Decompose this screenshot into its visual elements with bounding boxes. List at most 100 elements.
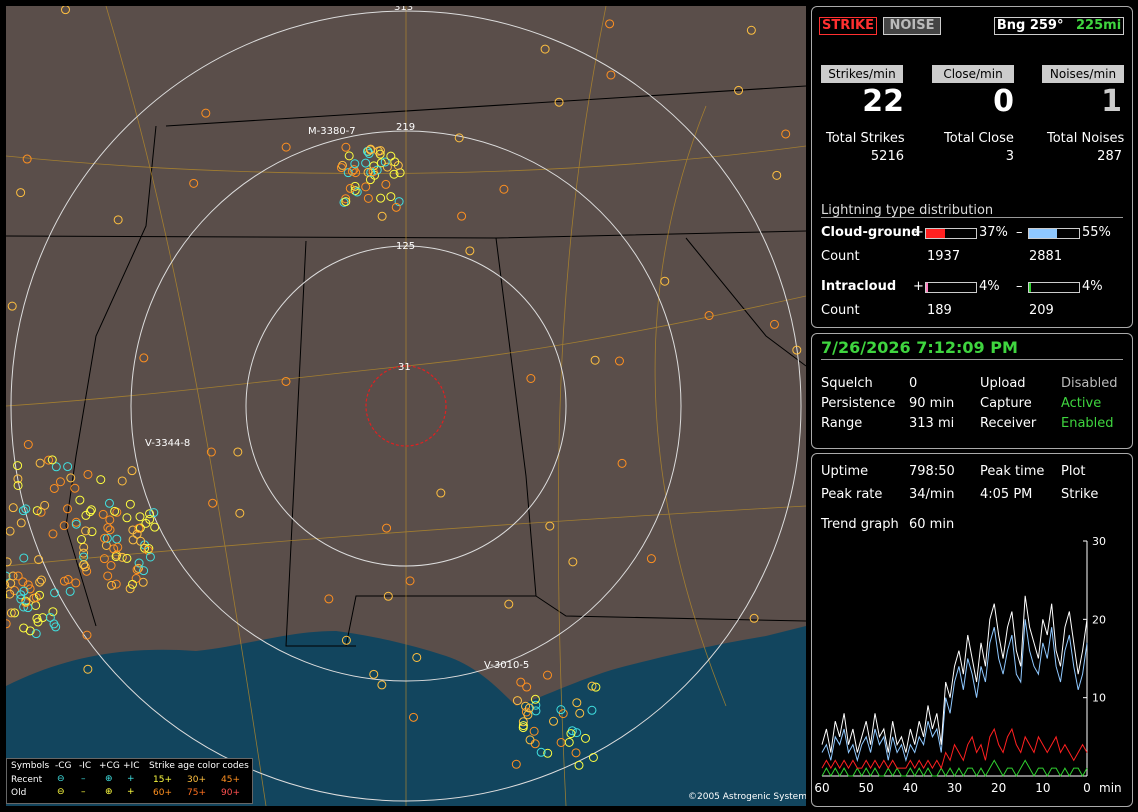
- legend-recent-cg-minus-icon: ⊖: [57, 774, 65, 784]
- ic-plus-bar: [925, 282, 977, 293]
- persistence-value: 90 min: [909, 396, 955, 411]
- upload-value: Disabled: [1061, 376, 1118, 391]
- range-label-313: 313: [394, 6, 414, 13]
- strike-marker: [345, 183, 355, 193]
- range-label-31: 31: [398, 362, 411, 373]
- distribution-title: Lightning type distribution: [821, 203, 994, 218]
- strike-marker: [128, 535, 138, 545]
- persistence-label: Persistence: [821, 396, 896, 411]
- trend-x-tick-label: 60: [814, 781, 829, 795]
- strike-marker: [71, 519, 81, 529]
- strike-map[interactable]: 313 219 125 31 M-3380-7 V-3344-8 V-3010-…: [6, 6, 806, 806]
- strike-marker: [49, 483, 59, 493]
- strike-marker: [235, 508, 245, 518]
- strike-marker: [746, 25, 756, 35]
- strike-marker: [614, 356, 624, 366]
- strike-marker: [545, 521, 555, 531]
- strike-marker: [233, 447, 243, 457]
- strike-marker: [516, 677, 526, 687]
- strike-marker: [324, 594, 334, 604]
- strike-marker: [111, 579, 121, 589]
- strike-marker: [465, 246, 475, 256]
- peak-time-value: 4:05 PM: [980, 487, 1033, 502]
- ic-minus-sign: –: [1016, 279, 1023, 294]
- trend-y-tick-label: 30: [1092, 536, 1106, 548]
- strike-marker: [381, 179, 391, 189]
- peak-rate-value: 34/min: [909, 487, 955, 502]
- strike-marker: [405, 576, 415, 586]
- strike-marker: [65, 586, 75, 596]
- close-per-min-label[interactable]: Close/min: [932, 65, 1014, 83]
- legend-old-ic-minus-icon: –: [81, 787, 86, 797]
- strike-marker: [341, 142, 351, 152]
- trend-series-cg-: [821, 619, 1088, 763]
- strike-marker: [50, 588, 60, 598]
- noise-button[interactable]: NOISE: [883, 17, 941, 35]
- strike-marker: [113, 215, 123, 225]
- cg-label: Cloud-ground: [821, 225, 921, 240]
- plot-value[interactable]: Strike: [1061, 487, 1098, 502]
- strike-marker: [80, 562, 90, 572]
- strike-marker: [75, 495, 85, 505]
- upload-label: Upload: [980, 376, 1026, 391]
- strike-marker: [117, 476, 127, 486]
- strike-marker: [16, 188, 26, 198]
- strike-marker: [457, 211, 467, 221]
- strike-button[interactable]: STRIKE: [819, 17, 877, 35]
- strike-marker: [512, 696, 522, 706]
- strike-marker: [19, 623, 29, 633]
- noises-per-min-label[interactable]: Noises/min: [1042, 65, 1124, 83]
- strike-marker: [504, 599, 514, 609]
- strike-marker: [40, 500, 50, 510]
- trend-panel: Uptime 798:50 Peak time Plot Peak rate 3…: [811, 453, 1133, 807]
- strike-marker: [436, 488, 446, 498]
- strike-marker: [8, 503, 18, 513]
- strike-marker: [16, 518, 26, 528]
- strike-marker: [568, 557, 578, 567]
- strike-marker: [386, 151, 396, 161]
- status-divider: [821, 359, 1123, 360]
- total-close-label: Total Close: [944, 131, 1014, 146]
- range-value: 313 mi: [909, 416, 955, 431]
- trend-series-cg+: [821, 727, 1088, 770]
- strike-marker: [103, 571, 113, 581]
- strike-marker: [51, 622, 61, 632]
- strike-marker: [112, 534, 122, 544]
- peak-rate-label: Peak rate: [821, 487, 883, 502]
- strike-marker: [127, 466, 137, 476]
- trend-x-unit: min: [1099, 781, 1122, 795]
- strike-marker: [281, 376, 291, 386]
- total-strikes-label: Total Strikes: [826, 131, 905, 146]
- strike-marker: [749, 613, 759, 623]
- trend-x-tick-label: 0: [1083, 781, 1091, 795]
- legend-age-30: 30+: [187, 775, 206, 785]
- legend-old-cg-minus-icon: ⊖: [57, 787, 65, 797]
- strike-marker: [66, 473, 76, 483]
- cg-count-label: Count: [821, 249, 860, 264]
- total-noises-value: 287: [1097, 149, 1122, 164]
- legend-age-90: 90+: [221, 788, 240, 798]
- stats-panel: STRIKE NOISE Bng 259° 225mi Strikes/min …: [811, 6, 1133, 328]
- strike-marker: [35, 577, 45, 587]
- copyright-text: ©2005 Astrogenic Systems: [688, 792, 806, 802]
- cg-minus-sign: –: [1016, 225, 1023, 240]
- strikes-per-min-value: 22: [862, 84, 904, 119]
- ic-minus-percent: 4%: [1082, 279, 1103, 294]
- strike-marker: [103, 523, 113, 533]
- strike-marker: [96, 475, 106, 485]
- trend-graph-value[interactable]: 60 min: [909, 517, 954, 532]
- strikes-per-min-label[interactable]: Strikes/min: [821, 65, 903, 83]
- strike-marker: [63, 504, 73, 514]
- strike-marker: [55, 477, 65, 487]
- legend-header-cg-minus: -CG: [55, 761, 72, 771]
- trend-x-tick-label: 40: [903, 781, 918, 795]
- legend-row-old: Old: [11, 788, 27, 798]
- legend-old-ic-plus-icon: +: [127, 787, 135, 797]
- strike-marker: [772, 170, 782, 180]
- bearing-display: Bng 259° 225mi: [994, 17, 1124, 35]
- strike-marker: [71, 517, 81, 527]
- strike-marker: [386, 192, 396, 202]
- strike-marker: [76, 535, 86, 545]
- legend-row-recent: Recent: [11, 775, 43, 785]
- strike-marker: [83, 469, 93, 479]
